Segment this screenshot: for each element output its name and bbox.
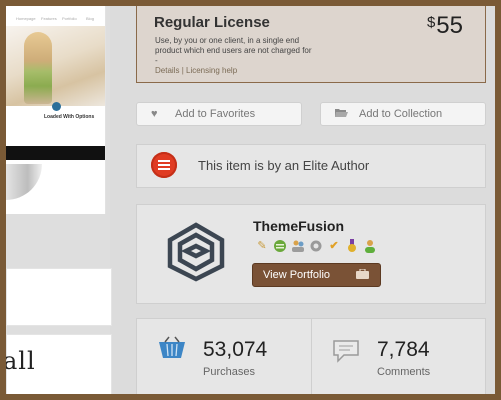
user-star-icon[interactable] (363, 239, 377, 253)
gear-icon[interactable] (309, 239, 323, 253)
license-links: Details | Licensing help (155, 66, 237, 75)
preview-nav-item: Features (41, 16, 57, 21)
currency-symbol: $ (426, 14, 436, 31)
item-stats: 53,074 Purchases 7,784 Comments (136, 318, 486, 394)
details-link[interactable]: Details (155, 66, 179, 75)
elite-author-box: This item is by an Elite Author (136, 144, 486, 188)
basket-icon (157, 336, 187, 365)
left-panel (6, 268, 112, 326)
page-frame: Homepage Features Portfolio Blog Loaded … (6, 6, 495, 394)
elite-badge-icon (151, 152, 177, 178)
cropped-heading: all (6, 347, 36, 375)
green-badge-icon[interactable] (273, 239, 287, 253)
comments-label: Comments (377, 366, 431, 378)
preview-nav-item: Blog (86, 16, 95, 21)
elite-author-text: This item is by an Elite Author (198, 158, 370, 173)
favorites-label: Add to Favorites (175, 108, 256, 120)
preview-nav: Homepage Features Portfolio Blog (6, 16, 105, 24)
folder-icon (335, 103, 348, 125)
preview-logo-icon (52, 102, 61, 111)
license-box: Regular License $55 Use, by you or one c… (136, 6, 486, 83)
pencil-icon[interactable]: ✎ (255, 239, 269, 253)
view-portfolio-button[interactable]: View Portfolio (252, 263, 381, 287)
left-panel-text: all (6, 334, 112, 394)
license-title: Regular License (154, 14, 270, 31)
link-separator: | (181, 66, 184, 75)
checkmark-icon[interactable]: ✔ (327, 239, 341, 253)
add-to-favorites-button[interactable]: ♥ Add to Favorites (136, 102, 302, 126)
licensing-help-link[interactable]: Licensing help (186, 66, 237, 75)
author-name[interactable]: ThemeFusion (253, 218, 344, 234)
purchases-count: 53,074 (203, 338, 268, 361)
preview-hero-image (6, 26, 105, 106)
preview-dark-band (6, 146, 105, 160)
preview-nav-item: Homepage (16, 16, 36, 21)
themefusion-logo-icon[interactable] (165, 221, 227, 283)
author-card: ThemeFusion ✎ ✔ View Portfolio (136, 204, 486, 304)
price-value: 55 (436, 12, 463, 39)
portfolio-icon (356, 264, 369, 286)
purchases-label: Purchases (203, 366, 255, 378)
view-portfolio-label: View Portfolio (263, 269, 331, 281)
preview-caption: Loaded With Options (44, 114, 95, 120)
users-icon[interactable] (291, 239, 305, 253)
heart-icon: ♥ (151, 108, 158, 120)
comments-count: 7,784 (377, 338, 430, 361)
stats-divider (311, 319, 312, 394)
monitor-stand-image (6, 164, 42, 200)
collection-label: Add to Collection (359, 108, 443, 120)
left-column: Homepage Features Portfolio Blog Loaded … (6, 6, 112, 394)
product-preview[interactable]: Homepage Features Portfolio Blog Loaded … (6, 6, 106, 214)
medal-icon[interactable] (345, 239, 359, 253)
license-price: $55 (427, 12, 463, 40)
add-to-collection-button[interactable]: Add to Collection (320, 102, 486, 126)
preview-nav-item: Portfolio (62, 16, 77, 21)
preview-woman-figure (24, 32, 52, 104)
license-description: Use, by you or one client, in a single e… (155, 36, 312, 65)
speech-bubble-icon (332, 339, 360, 368)
